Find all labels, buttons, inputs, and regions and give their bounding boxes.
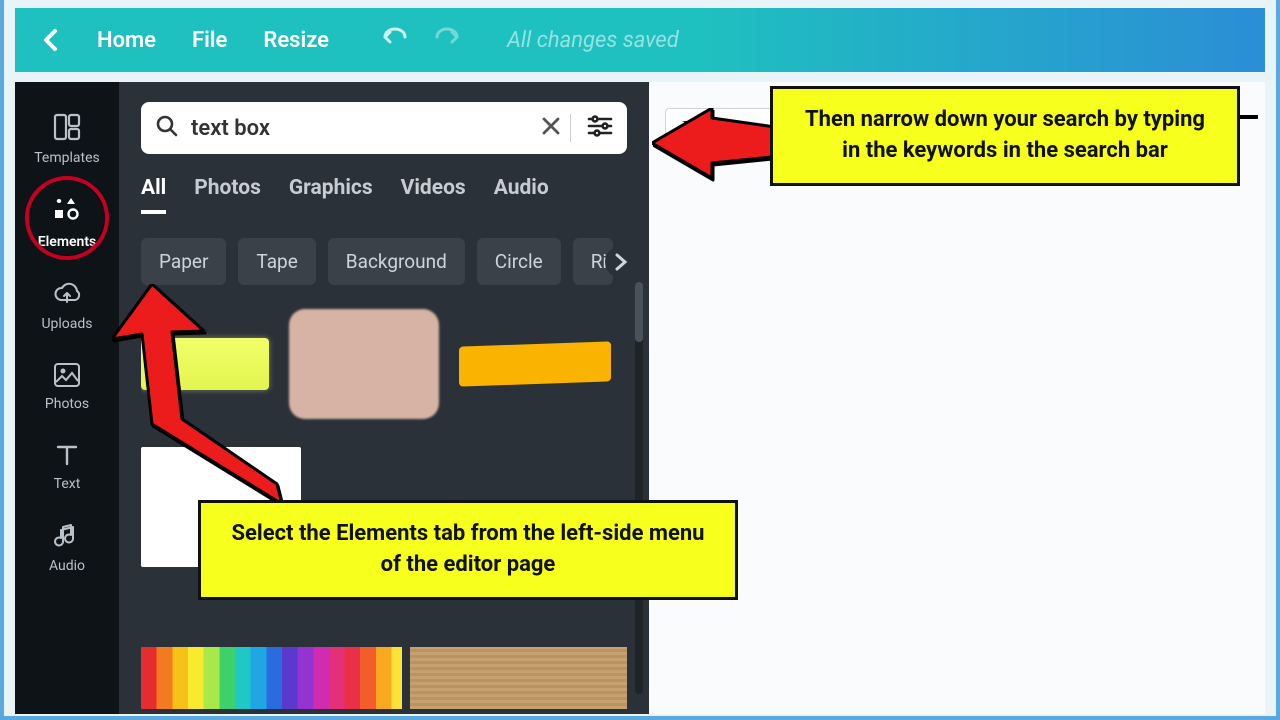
- tab-photos[interactable]: Photos: [194, 176, 261, 214]
- tab-audio[interactable]: Audio: [494, 176, 549, 214]
- search-bar[interactable]: [141, 102, 627, 154]
- chips-scroll-right[interactable]: [605, 246, 637, 278]
- result-thumbnail[interactable]: [289, 309, 439, 419]
- sidebar-item-photos[interactable]: Photos: [15, 348, 119, 428]
- cropped-toolbar-fragment: [1240, 115, 1258, 119]
- templates-icon: [52, 112, 82, 142]
- annotation-arrow-icon: [652, 108, 782, 192]
- photos-icon: [53, 362, 81, 388]
- suggestion-chips: Paper Tape Background Circle Ri: [141, 238, 627, 285]
- elements-icon: [51, 196, 83, 226]
- tab-graphics[interactable]: Graphics: [289, 176, 373, 214]
- search-input[interactable]: [191, 116, 530, 141]
- sidebar-label: Photos: [45, 396, 89, 412]
- top-toolbar: Home File Resize All changes saved: [15, 8, 1265, 72]
- sidebar-item-audio[interactable]: Audio: [15, 508, 119, 590]
- annotation-arrow-icon: [112, 284, 282, 508]
- clear-icon[interactable]: [540, 115, 562, 141]
- tab-videos[interactable]: Videos: [401, 176, 466, 214]
- file-menu[interactable]: File: [192, 28, 227, 53]
- result-thumbnail[interactable]: [459, 341, 611, 386]
- search-icon: [155, 114, 179, 142]
- redo-button[interactable]: [433, 26, 463, 54]
- sidebar-item-uploads[interactable]: Uploads: [15, 266, 119, 348]
- sidebar-item-templates[interactable]: Templates: [15, 98, 119, 182]
- annotation-callout-search: Then narrow down your search by typing i…: [770, 86, 1240, 186]
- side-rail: Templates Elements Uploads Photos Text A…: [15, 82, 119, 714]
- back-button[interactable]: [41, 28, 61, 52]
- scroll-thumb[interactable]: [635, 282, 643, 342]
- chevron-right-icon: [614, 253, 628, 271]
- filter-icon[interactable]: [587, 115, 613, 141]
- sidebar-label: Elements: [38, 234, 96, 250]
- sidebar-label: Templates: [34, 150, 100, 166]
- sidebar-label: Text: [54, 476, 81, 492]
- sidebar-label: Uploads: [41, 316, 92, 332]
- divider: [570, 114, 571, 142]
- text-icon: [54, 442, 80, 468]
- chip-tape[interactable]: Tape: [238, 238, 315, 285]
- chip-circle[interactable]: Circle: [477, 238, 561, 285]
- sidebar-label: Audio: [49, 558, 85, 574]
- home-button[interactable]: Home: [97, 28, 156, 53]
- tab-all[interactable]: All: [141, 176, 166, 214]
- uploads-icon: [52, 280, 82, 308]
- save-status: All changes saved: [507, 28, 679, 53]
- sidebar-item-text[interactable]: Text: [15, 428, 119, 508]
- chip-paper[interactable]: Paper: [141, 238, 226, 285]
- filter-tabs: All Photos Graphics Videos Audio: [141, 176, 627, 214]
- audio-icon: [53, 522, 81, 550]
- result-thumbnail[interactable]: [410, 647, 627, 709]
- chip-background[interactable]: Background: [328, 238, 465, 285]
- resize-menu[interactable]: Resize: [263, 28, 329, 53]
- undo-button[interactable]: [379, 26, 409, 54]
- result-thumbnail[interactable]: [141, 647, 402, 709]
- sidebar-item-elements[interactable]: Elements: [15, 182, 119, 266]
- annotation-callout-elements: Select the Elements tab from the left-si…: [198, 500, 738, 600]
- panel-scrollbar[interactable]: [635, 282, 643, 694]
